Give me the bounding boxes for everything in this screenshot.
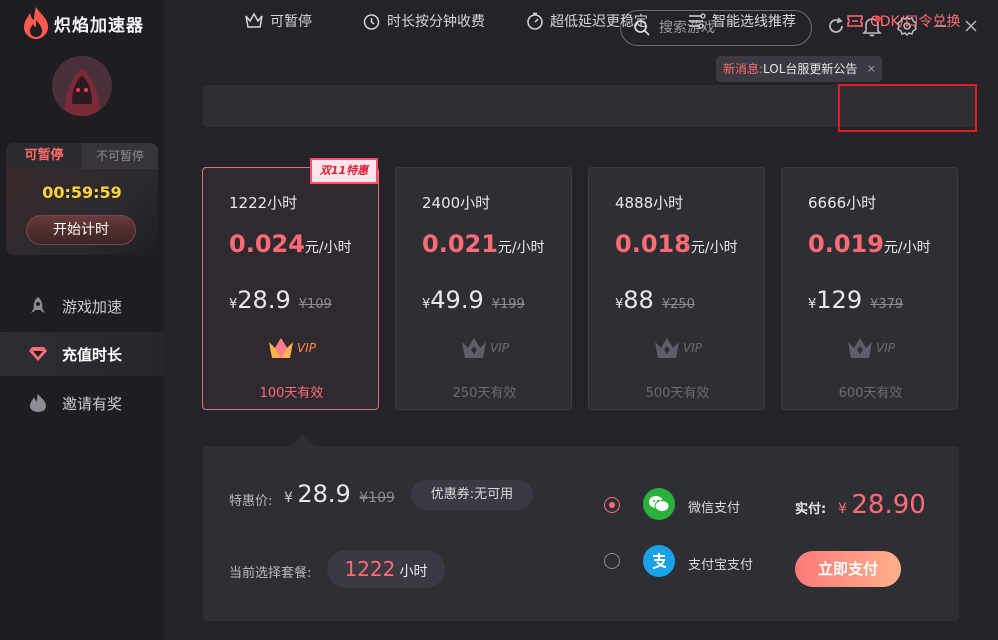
plan-rate: 0.019元/小时 — [808, 230, 931, 258]
feature-pausable: 可暂停 — [244, 0, 312, 42]
plan-rate: 0.024元/小时 — [229, 230, 352, 258]
highlight-box — [838, 84, 977, 132]
plan-card-6666[interactable]: 6666小时 0.019元/小时 ¥129 ¥379 VIP 600天有效 — [781, 167, 958, 410]
route-icon — [689, 13, 706, 29]
tab-non-pausable[interactable]: 不可暂停 — [82, 143, 158, 169]
actual-pay-label: 实付: — [795, 502, 827, 517]
avatar[interactable] — [52, 56, 112, 116]
wechat-radio[interactable] — [604, 497, 620, 513]
plan-validity: 600天有效 — [838, 386, 903, 401]
wechat-pay-label[interactable]: 微信支付 — [688, 497, 740, 516]
sidebar-item-invite[interactable]: 邀请有奖 — [0, 381, 164, 425]
current-plan-pill: 1222 小时 — [327, 550, 445, 588]
plan-price: ¥88 ¥250 — [615, 286, 695, 314]
sidebar-item-label: 充值时长 — [62, 345, 123, 364]
notice-text[interactable]: LOL台服更新公告 — [763, 62, 857, 76]
plan-card-4888[interactable]: 4888小时 0.018元/小时 ¥88 ¥250 VIP 500天有效 — [588, 167, 765, 410]
plan-card-1222[interactable]: 1222小时 0.024元/小时 ¥28.9 ¥109 VIP 100天有效 — [202, 167, 379, 410]
clock-icon — [363, 13, 380, 30]
diamond-icon — [28, 344, 48, 364]
plan-hours: 6666小时 — [808, 194, 877, 212]
vip-badge: VIP — [203, 336, 380, 360]
feature-low-latency: 超低延迟更稳定 — [526, 0, 648, 42]
special-price: ¥ 28.9 ¥109 — [284, 480, 395, 508]
sidebar-item-label: 邀请有奖 — [62, 394, 123, 413]
vip-badge: VIP — [589, 336, 766, 360]
vip-badge: VIP — [782, 336, 959, 360]
plan-hours: 1222小时 — [229, 194, 298, 212]
plan-hours: 2400小时 — [422, 194, 491, 212]
special-price-label: 特惠价: — [229, 494, 273, 509]
plan-validity: 100天有效 — [259, 386, 324, 401]
timer-display: 00:59:59 — [42, 183, 122, 202]
plan-rate: 0.018元/小时 — [615, 230, 738, 258]
coupon-pill[interactable]: 优惠券:无可用 — [411, 480, 533, 510]
current-plan-label: 当前选择套餐: — [229, 566, 312, 581]
alipay-radio[interactable] — [604, 553, 620, 569]
promo-badge: 双11特惠 — [310, 158, 378, 184]
feature-per-minute: 时长按分钟收费 — [362, 0, 485, 42]
refresh-icon[interactable] — [824, 14, 848, 38]
sidebar: 炽焰加速器 可暂停 不可暂停 00:59:59 开始计时 游戏加速 充值时长 邀… — [0, 0, 164, 640]
notice-prefix: 新消息: — [723, 62, 764, 76]
crown-icon — [848, 338, 872, 358]
plan-rate: 0.021元/小时 — [422, 230, 545, 258]
crown-icon — [462, 338, 486, 358]
plan-price: ¥28.9 ¥109 — [229, 286, 332, 314]
vip-badge: VIP — [396, 336, 573, 360]
close-icon[interactable] — [959, 14, 983, 38]
pay-now-button[interactable]: 立即支付 — [795, 551, 901, 587]
payment-panel — [203, 446, 959, 621]
cdk-redeem-button[interactable]: CDK/口令兑换 — [846, 0, 960, 42]
crown-icon — [269, 338, 293, 358]
sidebar-item-game-boost[interactable]: 游戏加速 — [0, 284, 164, 328]
plan-hours: 4888小时 — [615, 194, 684, 212]
plan-price: ¥129 ¥379 — [808, 286, 904, 314]
panel-pointer — [291, 434, 315, 446]
plan-card-2400[interactable]: 2400小时 0.021元/小时 ¥49.9 ¥199 VIP 250天有效 — [395, 167, 572, 410]
plan-validity: 250天有效 — [452, 386, 517, 401]
alipay-icon — [643, 545, 675, 577]
ticket-icon — [847, 15, 863, 27]
plan-price: ¥49.9 ¥199 — [422, 286, 525, 314]
rocket-icon — [28, 296, 48, 316]
app-title: 炽焰加速器 — [54, 15, 144, 36]
start-timer-button[interactable]: 开始计时 — [26, 215, 136, 245]
wechat-icon — [643, 488, 675, 520]
notice-close-icon[interactable]: × — [867, 56, 876, 82]
timer-card: 可暂停 不可暂停 00:59:59 开始计时 — [6, 143, 158, 255]
plan-validity: 500天有效 — [645, 386, 710, 401]
tab-pausable[interactable]: 可暂停 — [6, 143, 82, 169]
alipay-label[interactable]: 支付宝支付 — [688, 554, 753, 573]
sidebar-item-label: 游戏加速 — [62, 297, 123, 316]
actual-pay-amount: ¥ 28.90 — [838, 490, 926, 520]
notice-banner[interactable]: 新消息:LOL台服更新公告 × — [716, 56, 882, 82]
flame-logo-icon — [24, 7, 48, 39]
feature-smart-route: 智能选线推荐 — [686, 0, 796, 42]
timer-icon — [527, 12, 543, 30]
sidebar-item-recharge[interactable]: 充值时长 — [0, 332, 164, 376]
crown-icon — [245, 12, 263, 28]
flame-icon — [28, 393, 48, 413]
app-logo: 炽焰加速器 — [22, 6, 144, 40]
crown-icon — [655, 338, 679, 358]
